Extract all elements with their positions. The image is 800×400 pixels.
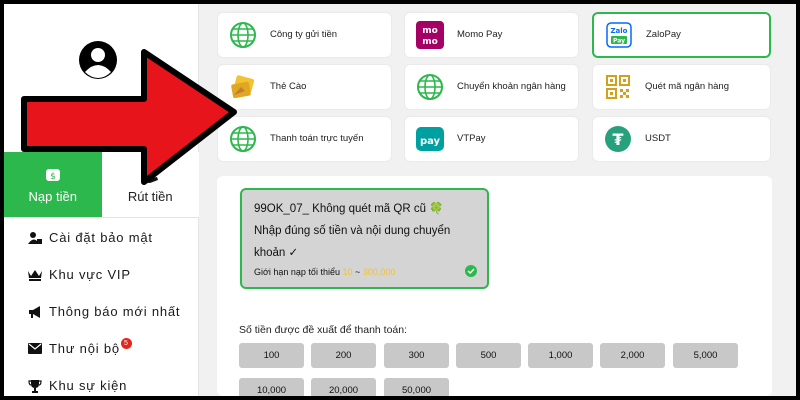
amount-button[interactable]: 300 [384, 343, 449, 368]
momo-logo-icon: mo mo [415, 20, 445, 50]
payment-method-label: Quét mã ngân hàng [645, 81, 729, 92]
deposit-limit-min: 10 [342, 267, 353, 277]
tab-withdraw-label: Rút tiền [127, 188, 173, 204]
payment-method-label: Thẻ Cào [270, 81, 307, 92]
globe-icon [228, 124, 258, 154]
amount-button[interactable]: 2,000 [600, 343, 665, 368]
zalopay-logo-text-bottom: Pay [613, 38, 625, 45]
payment-method-label: Chuyển khoản ngân hàng [457, 81, 566, 92]
tether-logo-text: ₮ [612, 130, 623, 149]
notice-line-3: khoản ✓ [254, 247, 299, 259]
payment-notice-card[interactable]: 99OK_07_ Không quét mã QR cũ 🍀 Nhập đúng… [240, 188, 489, 289]
scratch-card-icon [228, 72, 258, 102]
check-circle-icon [465, 265, 477, 277]
payment-method-label: VTPay [457, 133, 486, 144]
globe-icon [228, 20, 258, 50]
payment-method-chuyen-khoan[interactable]: Chuyển khoản ngân hàng [404, 64, 579, 110]
payment-method-cong-ty-gui-tien[interactable]: Công ty gửi tiền [217, 12, 392, 58]
globe-icon [415, 72, 445, 102]
notice-line-2: Nhập đúng số tiền và nội dung chuyển [254, 225, 451, 237]
deposit-limit-max: 300,000 [362, 267, 396, 277]
payment-method-vtpay[interactable]: pay VTPay [404, 116, 579, 162]
vtpay-logo-text: pay [420, 136, 441, 147]
money-bag-icon: $ [45, 168, 60, 182]
cash-hand-icon: $ [141, 167, 159, 183]
deposit-withdraw-tabs: $ Nạp tiền $ Rút tiền [4, 152, 199, 218]
trophy-icon [26, 379, 44, 393]
zalopay-logo-icon: Zalo Pay [604, 20, 634, 50]
qr-code-icon [603, 72, 633, 102]
sidebar-item-label: Khu vực VIP [49, 267, 131, 282]
amount-button[interactable]: 500 [456, 343, 521, 368]
amount-button[interactable]: 5,000 [673, 343, 738, 368]
amount-button[interactable]: 100 [239, 343, 304, 368]
payment-method-quet-ma[interactable]: Quét mã ngân hàng [592, 64, 771, 110]
notice-line-1: 99OK_07_ Không quét mã QR cũ 🍀 [254, 203, 444, 215]
svg-text:$: $ [149, 167, 155, 177]
tab-deposit-label: Nạp tiền [28, 188, 77, 204]
momo-logo-text-bottom: mo [422, 37, 438, 47]
payment-method-thanh-toan-truc-tuyen[interactable]: Thanh toán trực tuyến [217, 116, 392, 162]
avatar-icon[interactable] [78, 40, 118, 80]
amount-button[interactable]: 1,000 [528, 343, 593, 368]
vip-crown-icon [26, 268, 44, 282]
sidebar-item-label: Thư nội bộ [49, 341, 120, 356]
deposit-limit-label: Giới hạn nạp tối thiểu [254, 267, 340, 277]
payment-method-label: USDT [645, 133, 671, 144]
payment-method-usdt[interactable]: ₮ USDT [592, 116, 771, 162]
svg-text:$: $ [50, 172, 56, 182]
megaphone-icon [26, 305, 44, 319]
tether-logo-icon: ₮ [603, 124, 633, 154]
amount-button[interactable]: 10,000 [239, 378, 304, 396]
sidebar-menu: Cài đặt bảo mật Khu vực VIP Thông báo mớ… [4, 219, 199, 396]
sidebar: $ Nạp tiền $ Rút tiền Cài đặt bảo mật Kh… [4, 4, 199, 396]
payment-method-label: Công ty gửi tiền [270, 29, 338, 40]
suggested-amount-label: Số tiền được đề xuất để thanh toán: [239, 324, 408, 336]
payment-method-the-cao[interactable]: Thẻ Cào [217, 64, 392, 110]
vtpay-logo-icon: pay [415, 124, 445, 154]
payment-method-momo-pay[interactable]: mo mo Momo Pay [404, 12, 579, 58]
tab-withdraw[interactable]: $ Rút tiền [101, 152, 199, 217]
payment-method-label: ZaloPay [646, 29, 681, 40]
sidebar-item-events[interactable]: Khu sự kiện [4, 367, 199, 396]
amount-button[interactable]: 200 [311, 343, 376, 368]
sidebar-item-inbox[interactable]: Thư nội bộ 5 [4, 330, 199, 367]
unread-badge: 5 [120, 338, 132, 349]
deposit-limit: Giới hạn nạp tối thiểu 10 ~ 300,000 [254, 267, 475, 277]
zalopay-logo-text-top: Zalo [610, 27, 627, 35]
payment-method-label: Thanh toán trực tuyến [270, 133, 364, 144]
momo-logo-text-top: mo [422, 26, 438, 36]
mail-icon [26, 342, 44, 356]
sidebar-item-label: Khu sự kiện [49, 378, 128, 393]
sidebar-item-security-settings[interactable]: Cài đặt bảo mật [4, 219, 199, 256]
user-lock-icon [26, 231, 44, 245]
sidebar-item-label: Cài đặt bảo mật [49, 230, 153, 245]
amount-button[interactable]: 20,000 [311, 378, 376, 396]
amount-button[interactable]: 50,000 [384, 378, 449, 396]
sidebar-item-announcements[interactable]: Thông báo mới nhất [4, 293, 199, 330]
payment-method-label: Momo Pay [457, 29, 503, 40]
payment-method-zalopay[interactable]: Zalo Pay ZaloPay [592, 12, 771, 58]
screenshot-frame: $ Nạp tiền $ Rút tiền Cài đặt bảo mật Kh… [0, 0, 800, 400]
deposit-limit-separator: ~ [355, 267, 361, 277]
sidebar-item-label: Thông báo mới nhất [49, 304, 181, 319]
sidebar-item-vip[interactable]: Khu vực VIP [4, 256, 199, 293]
tab-deposit[interactable]: $ Nạp tiền [4, 152, 102, 217]
